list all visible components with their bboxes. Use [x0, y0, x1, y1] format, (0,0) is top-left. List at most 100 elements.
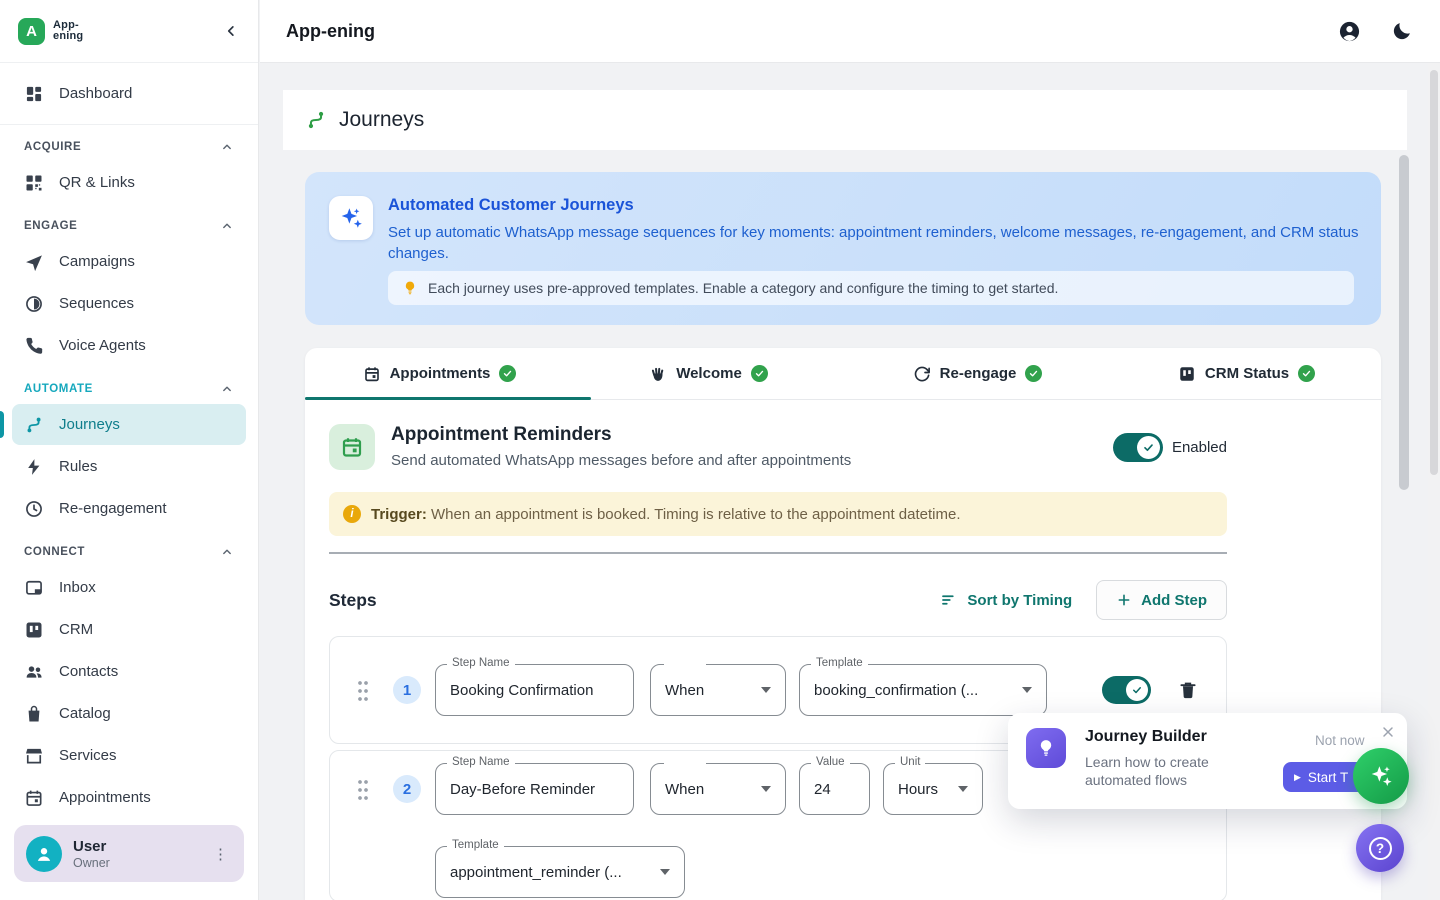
- account-circle-icon: [1338, 20, 1361, 43]
- main-content: Journeys Automated Customer Journeys Set…: [260, 63, 1440, 900]
- panel-header-text: Appointment Reminders Send automated Wha…: [391, 424, 851, 469]
- calendar-icon: [24, 788, 44, 808]
- app-logo-icon: A: [18, 18, 45, 45]
- timing-value-input[interactable]: Value 24: [799, 763, 870, 815]
- sidebar-item-qr-links[interactable]: QR & Links: [12, 162, 246, 203]
- page-title-bar: Journeys: [283, 90, 1407, 150]
- sidebar-item-inbox[interactable]: Inbox: [12, 567, 246, 608]
- lightbulb-icon: [1026, 728, 1066, 768]
- user-role: Owner: [73, 856, 110, 870]
- chevron-up-icon: [220, 545, 234, 559]
- panel-header: Appointment Reminders Send automated Wha…: [329, 424, 1227, 470]
- timing-unit-select[interactable]: Unit Hours: [883, 763, 983, 815]
- sidebar-item-crm[interactable]: CRM: [12, 609, 246, 650]
- user-avatar: [26, 836, 62, 872]
- category-enabled-toggle[interactable]: [1113, 433, 1163, 462]
- send-icon: [24, 252, 44, 272]
- tab-re-engage[interactable]: Re-engage: [843, 348, 1112, 399]
- timing-when-select[interactable]: When: [650, 763, 786, 815]
- step-number: 2: [393, 775, 421, 803]
- sidebar-item-journeys[interactable]: Journeys: [12, 404, 246, 445]
- banner-title: Automated Customer Journeys: [388, 196, 1357, 215]
- inbox-icon: [24, 578, 44, 598]
- help-fab[interactable]: ?: [1356, 824, 1404, 872]
- sidebar-item-catalog[interactable]: Catalog: [12, 693, 246, 734]
- tab-label: Welcome: [676, 365, 742, 382]
- plus-icon: [1116, 592, 1132, 608]
- field-label: Value: [811, 756, 850, 768]
- template-select[interactable]: Template appointment_reminder (...: [435, 846, 685, 898]
- sidebar-collapse-button[interactable]: [222, 22, 240, 40]
- tab-welcome[interactable]: Welcome: [574, 348, 843, 399]
- account-button[interactable]: [1338, 20, 1361, 43]
- field-value: Booking Confirmation: [450, 682, 593, 699]
- field-label: Step Name: [447, 756, 515, 768]
- template-select[interactable]: Template booking_confirmation (...: [799, 664, 1047, 716]
- app-title: App-ening: [286, 21, 375, 42]
- storefront-icon: [24, 746, 44, 766]
- field-value: When: [665, 781, 704, 798]
- sidebar-item-label: Sequences: [59, 295, 134, 312]
- phone-icon: [24, 336, 44, 356]
- step-name-input[interactable]: Step Name Booking Confirmation: [435, 664, 634, 716]
- sidebar-item-appointments[interactable]: Appointments: [12, 777, 246, 818]
- sidebar-item-services[interactable]: Services: [12, 735, 246, 776]
- banner-tip: Each journey uses pre-approved templates…: [388, 271, 1354, 305]
- page-scrollbar-thumb[interactable]: [1430, 70, 1438, 475]
- tab-appointments[interactable]: Appointments: [305, 348, 574, 399]
- trigger-banner: i Trigger: When an appointment is booked…: [329, 492, 1227, 536]
- user-menu-button[interactable]: ⋮: [209, 841, 232, 867]
- popup-subtitle: Learn how to create automated flows: [1085, 753, 1245, 789]
- sidebar-item-label: Journeys: [59, 416, 120, 433]
- caret-down-icon: [761, 687, 771, 693]
- active-tab-underline: [305, 397, 591, 400]
- sidebar-item-sequences[interactable]: Sequences: [12, 283, 246, 324]
- dark-mode-button[interactable]: [1391, 20, 1414, 43]
- check-badge-icon: [1025, 365, 1042, 382]
- user-info: User Owner: [73, 838, 110, 870]
- sidebar-item-voice-agents[interactable]: Voice Agents: [12, 325, 246, 366]
- sidebar-item-dashboard[interactable]: Dashboard: [12, 73, 246, 114]
- not-now-button[interactable]: Not now: [1315, 733, 1365, 748]
- sidebar-item-rules[interactable]: Rules: [12, 446, 246, 487]
- close-icon[interactable]: [1380, 724, 1396, 740]
- sidebar-item-label: Rules: [59, 458, 97, 475]
- step-name-input[interactable]: Step Name Day-Before Reminder: [435, 763, 634, 815]
- appointments-panel: Appointment Reminders Send automated Wha…: [305, 400, 1381, 900]
- panel-title: Appointment Reminders: [391, 424, 851, 446]
- field-value: Day-Before Reminder: [450, 781, 595, 798]
- sparkles-icon: [1368, 763, 1394, 789]
- field-label: Unit: [895, 756, 925, 768]
- sidebar-section-acquire[interactable]: ACQUIRE: [0, 125, 258, 161]
- drag-handle-icon[interactable]: [357, 778, 369, 800]
- journey-builder-popup: Journey Builder Learn how to create auto…: [1008, 713, 1407, 809]
- sort-by-timing-button[interactable]: Sort by Timing: [940, 591, 1072, 609]
- journeys-info-banner: Automated Customer Journeys Set up autom…: [305, 172, 1381, 325]
- sidebar-item-campaigns[interactable]: Campaigns: [12, 241, 246, 282]
- user-card[interactable]: User Owner ⋮: [14, 825, 244, 882]
- sidebar-item-label: Catalog: [59, 705, 111, 722]
- sidebar-item-label: Dashboard: [59, 85, 132, 102]
- sidebar-item-label: CRM: [59, 621, 93, 638]
- banner-tip-text: Each journey uses pre-approved templates…: [428, 280, 1058, 296]
- timing-when-select[interactable]: When: [650, 664, 786, 716]
- caret-down-icon: [958, 786, 968, 792]
- user-name: User: [73, 838, 110, 855]
- add-step-button[interactable]: Add Step: [1096, 580, 1227, 620]
- tab-label: Appointments: [390, 365, 491, 382]
- lightbulb-icon: [402, 280, 418, 296]
- sidebar-section-automate[interactable]: AUTOMATE: [0, 367, 258, 403]
- sidebar-section-connect[interactable]: CONNECT: [0, 530, 258, 566]
- ai-assistant-fab[interactable]: [1353, 748, 1409, 804]
- delete-step-button[interactable]: [1178, 680, 1198, 700]
- sidebar-section-engage[interactable]: ENGAGE: [0, 204, 258, 240]
- content-scrollbar-thumb[interactable]: [1399, 155, 1409, 490]
- page-scrollbar[interactable]: [1428, 63, 1440, 900]
- drag-handle-icon[interactable]: [357, 679, 369, 701]
- sidebar-item-contacts[interactable]: Contacts: [12, 651, 246, 692]
- banner-description: Set up automatic WhatsApp message sequen…: [388, 222, 1373, 264]
- sidebar-item-re-engagement[interactable]: Re-engagement: [12, 488, 246, 529]
- play-icon: ▶: [1294, 772, 1301, 783]
- tab-crm-status[interactable]: CRM Status: [1112, 348, 1381, 399]
- step-enabled-toggle[interactable]: [1102, 676, 1151, 704]
